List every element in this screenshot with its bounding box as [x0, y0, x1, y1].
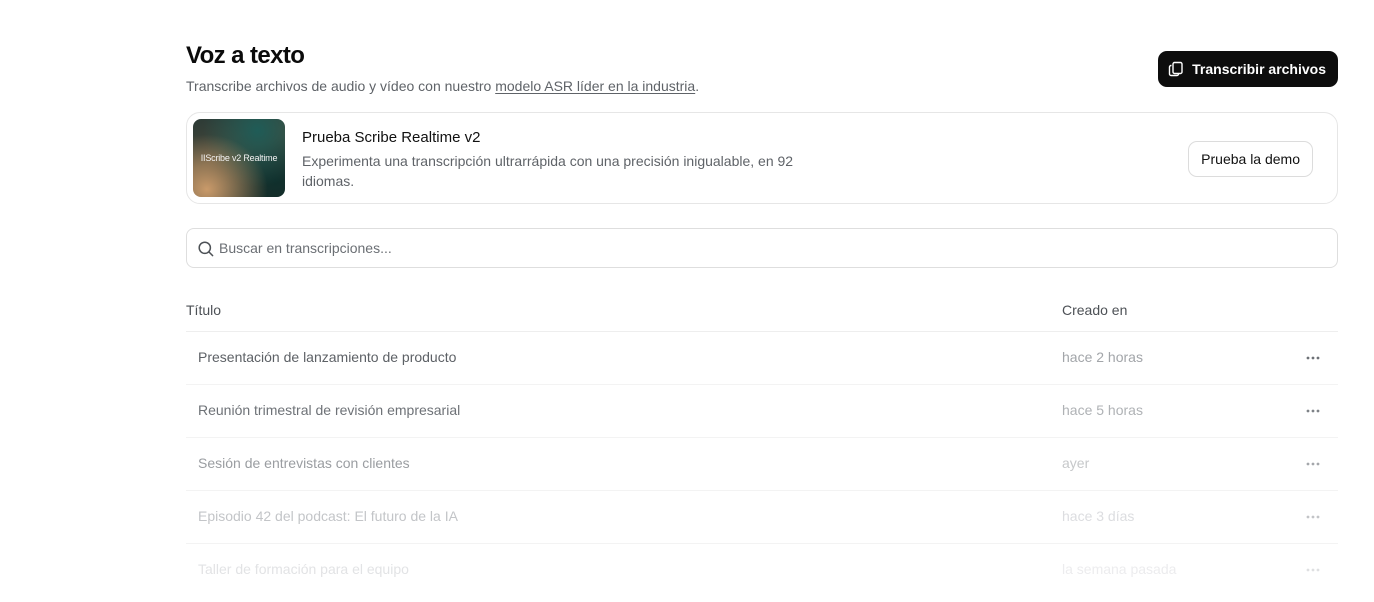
table-header: Título Creado en [186, 290, 1338, 332]
search-icon [197, 240, 215, 258]
row-created: hace 5 horas [1062, 402, 1143, 418]
row-title: Presentación de lanzamiento de producto [198, 349, 457, 365]
search-input[interactable] [219, 229, 1319, 267]
row-title: Episodio 42 del podcast: El futuro de la… [198, 508, 458, 524]
promo-thumbnail-text: IIScribe v2 Realtime [200, 153, 278, 163]
table-row[interactable]: Taller de formación para el equipo la se… [186, 544, 1338, 597]
column-header-created[interactable]: Creado en [1062, 302, 1127, 318]
promo-thumbnail: IIScribe v2 Realtime [193, 119, 285, 197]
more-horizontal-icon[interactable] [1302, 507, 1324, 527]
row-created: hace 3 días [1062, 508, 1135, 524]
copy-files-icon [1168, 61, 1184, 77]
transcribe-files-button[interactable]: Transcribir archivos [1158, 51, 1338, 87]
speech-to-text-page: Voz a texto Transcribe archivos de audio… [186, 0, 1338, 602]
row-created: la semana pasada [1062, 561, 1177, 577]
subtitle-end: . [695, 78, 700, 94]
table-row[interactable]: Reunión trimestral de revisión empresari… [186, 385, 1338, 438]
page-subtitle: Transcribe archivos de audio y vídeo con… [186, 78, 699, 94]
row-title: Reunión trimestral de revisión empresari… [198, 402, 461, 418]
promo-description: Experimenta una transcripción ultrarrápi… [302, 153, 794, 189]
transcripts-table: Título Creado en Presentación de lanzami… [186, 290, 1338, 597]
promo-title: Prueba Scribe Realtime v2 [302, 129, 481, 146]
column-header-title[interactable]: Título [186, 302, 221, 318]
more-horizontal-icon[interactable] [1302, 454, 1324, 474]
row-created: hace 2 horas [1062, 349, 1143, 365]
transcript-search [186, 228, 1338, 268]
transcribe-files-label: Transcribir archivos [1192, 61, 1326, 77]
row-created: ayer [1062, 455, 1090, 471]
table-row[interactable]: Presentación de lanzamiento de producto … [186, 332, 1338, 385]
try-demo-button[interactable]: Prueba la demo [1188, 141, 1313, 177]
table-row[interactable]: Sesión de entrevistas con clientes ayer [186, 438, 1338, 491]
page-header: Voz a texto Transcribe archivos de audio… [186, 42, 1338, 102]
more-horizontal-icon[interactable] [1302, 401, 1324, 421]
subtitle-text: Transcribe archivos de audio y vídeo con… [186, 78, 496, 94]
row-title: Sesión de entrevistas con clientes [198, 455, 410, 471]
more-horizontal-icon[interactable] [1302, 348, 1324, 368]
page-title: Voz a texto [186, 42, 305, 69]
scribe-realtime-promo-card: IIScribe v2 Realtime Prueba Scribe Realt… [186, 112, 1338, 204]
table-row[interactable]: Episodio 42 del podcast: El futuro de la… [186, 491, 1338, 544]
row-title: Taller de formación para el equipo [198, 561, 409, 577]
more-horizontal-icon[interactable] [1302, 560, 1324, 580]
asr-model-link[interactable]: modelo ASR líder en la industria [495, 78, 695, 94]
